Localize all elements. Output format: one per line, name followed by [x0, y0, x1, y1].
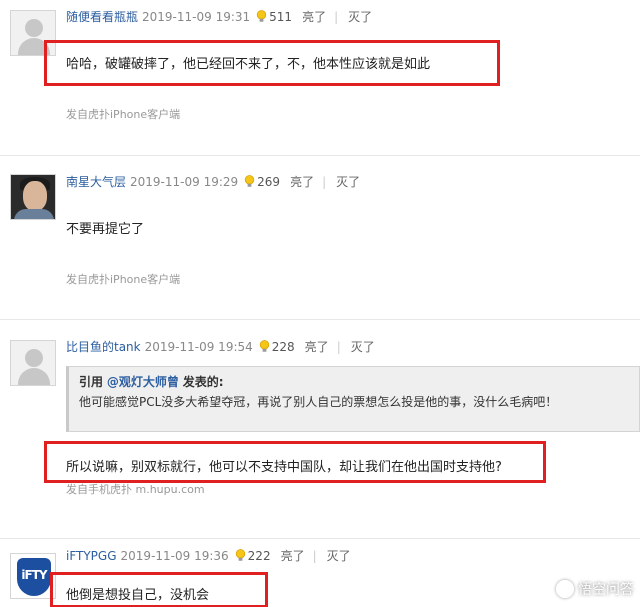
- like-button[interactable]: 亮了: [281, 549, 305, 563]
- like-count: 222: [247, 549, 271, 563]
- dislike-button[interactable]: 灭了: [327, 549, 351, 563]
- highlight-box: [50, 572, 268, 607]
- wukong-logo-icon: [556, 580, 574, 598]
- wukong-watermark: 悟空问答: [556, 579, 634, 601]
- reply-post: iFTY iFTYPGG 2019-11-09 19:36 222 亮了 | 灭了 他倒是…: [0, 0, 640, 607]
- avatar-logo-text: iFTY: [21, 568, 47, 582]
- username-link[interactable]: iFTYPGG: [66, 549, 117, 563]
- post-time: 2019-11-09 19:36: [120, 549, 229, 563]
- lightbulb-icon: [235, 549, 246, 562]
- watermark-text: 悟空问答: [578, 582, 634, 598]
- divider: |: [312, 549, 317, 563]
- post-meta: iFTYPGG 2019-11-09 19:36 222 亮了 | 灭了: [66, 547, 351, 565]
